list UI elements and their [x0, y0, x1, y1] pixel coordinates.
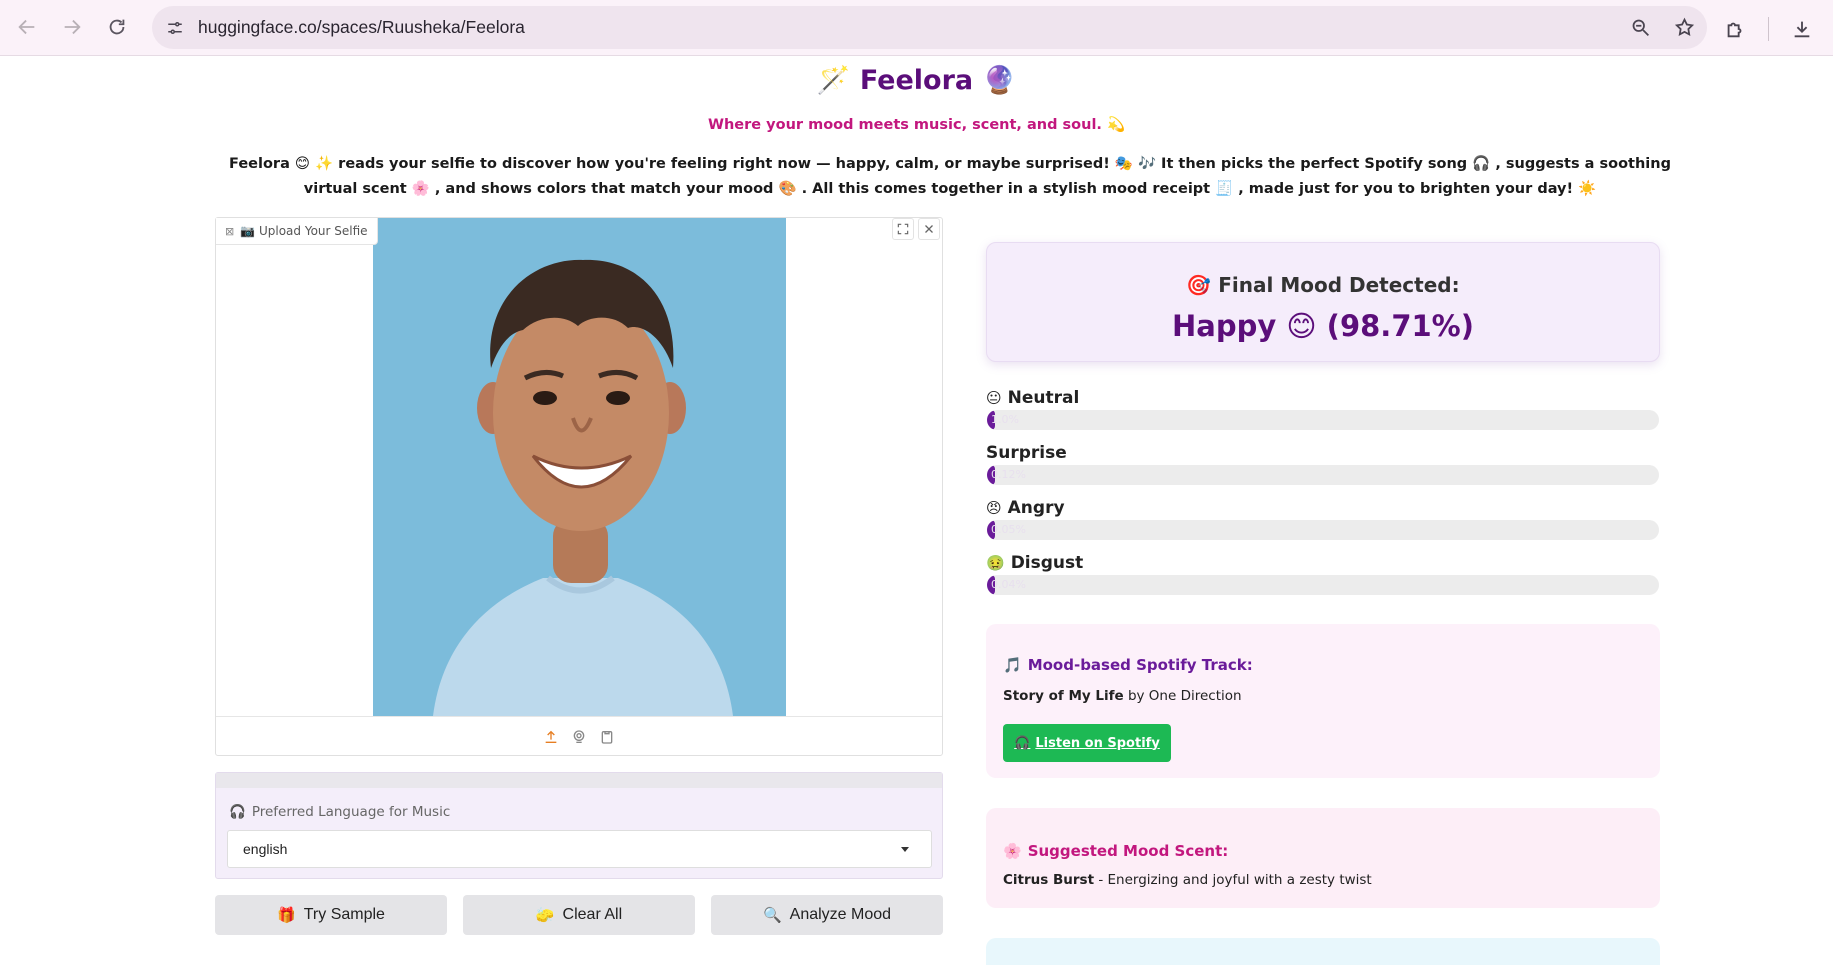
- track-artist: by One Direction: [1127, 688, 1242, 704]
- scent-title: 🌸 Suggested Mood Scent:: [1003, 842, 1228, 860]
- analyze-mood-button[interactable]: 🔍 Analyze Mood: [711, 895, 943, 935]
- scent-description: Citrus Burst - Energizing and joyful wit…: [1003, 872, 1372, 888]
- language-dropdown-value: english: [243, 841, 288, 857]
- emotion-name: Disgust: [1010, 553, 1084, 573]
- emotion-face-icon: 😐: [986, 389, 1002, 407]
- scent-card: 🌸 Suggested Mood Scent: Citrus Burst - E…: [986, 808, 1660, 908]
- clipboard-icon[interactable]: [598, 728, 616, 746]
- extensions-puzzle-icon[interactable]: [1718, 12, 1752, 46]
- chevron-down-icon: [901, 847, 909, 852]
- emotion-label: 🤢 Disgust: [986, 553, 1083, 573]
- listen-on-spotify-label: Listen on Spotify: [1035, 735, 1160, 751]
- emotion-percent: 0.12%: [991, 468, 1026, 481]
- emotion-row-disgust: 🤢 Disgust 0.04%: [986, 553, 1660, 599]
- image-actions: [892, 218, 940, 240]
- headphones-icon: 🎧: [1014, 735, 1031, 751]
- try-sample-label: Try Sample: [303, 906, 385, 923]
- site-info-icon[interactable]: [160, 13, 190, 43]
- emotion-face-icon: 😠: [986, 499, 1002, 517]
- magnifier-icon: 🔍: [762, 907, 782, 924]
- image-icon: ⊠: [225, 224, 235, 238]
- emotion-percent: 0.05%: [991, 523, 1026, 536]
- back-arrow-icon[interactable]: [10, 10, 44, 44]
- scent-detail: - Energizing and joyful with a zesty twi…: [1094, 872, 1372, 888]
- progress-strip: [216, 773, 942, 788]
- flower-icon: 🌸: [1003, 842, 1022, 860]
- clear-all-button[interactable]: 🧽 Clear All: [463, 895, 695, 935]
- listen-on-spotify-button[interactable]: 🎧 Listen on Spotify: [1003, 724, 1171, 762]
- emotion-bar-track: 0.05%: [987, 520, 1659, 540]
- browser-toolbar: huggingface.co/spaces/Ruusheka/Feelora: [0, 0, 1833, 56]
- emotion-name: Angry: [1007, 498, 1065, 518]
- emotion-bar-track: 1.0%: [987, 410, 1659, 430]
- try-sample-button[interactable]: 🎁 Try Sample: [215, 895, 447, 935]
- headphones-icon: 🎧: [229, 804, 246, 820]
- close-icon[interactable]: [918, 218, 940, 240]
- final-mood-heading-text: Final Mood Detected:: [1218, 273, 1460, 297]
- page-description: Feelora 😊 ✨ reads your selfie to discove…: [229, 156, 1671, 197]
- gift-icon: 🎁: [277, 907, 296, 924]
- toolbar-divider: [1768, 17, 1769, 41]
- emotion-label: 😐 Neutral: [986, 388, 1079, 408]
- selfie-photo: [373, 218, 786, 716]
- zoom-icon[interactable]: [1625, 12, 1655, 42]
- spotify-title: 🎵 Mood-based Spotify Track:: [1003, 656, 1253, 674]
- scent-title-text: Suggested Mood Scent:: [1027, 842, 1229, 860]
- spotify-track: Story of My Life by One Direction: [1003, 688, 1242, 704]
- image-input-label: ⊠ 📷 Upload Your Selfie: [216, 218, 378, 245]
- music-note-icon: 🎵: [1003, 656, 1022, 674]
- emotion-bar-track: 0.04%: [987, 575, 1659, 595]
- spotify-card: 🎵 Mood-based Spotify Track: Story of My …: [986, 624, 1660, 778]
- sponge-icon: 🧽: [535, 907, 555, 924]
- clear-all-label: Clear All: [562, 906, 623, 923]
- analyze-mood-label: Analyze Mood: [789, 906, 892, 923]
- target-icon: 🎯: [1186, 273, 1212, 297]
- emotion-face-icon: 🤢: [986, 554, 1005, 572]
- emotion-name: Neutral: [1007, 388, 1080, 408]
- emotion-row-neutral: 😐 Neutral 1.0%: [986, 388, 1660, 434]
- emotion-percent: 1.0%: [991, 413, 1019, 426]
- selfie-image-input[interactable]: ⊠ 📷 Upload Your Selfie: [215, 217, 943, 756]
- upload-icon[interactable]: [542, 728, 560, 746]
- page-title: 🪄 Feelora 🔮: [816, 65, 1017, 96]
- emotion-label: 😠 Angry: [986, 498, 1065, 518]
- image-input-label-text: 📷 Upload Your Selfie: [240, 224, 368, 238]
- reload-icon[interactable]: [100, 10, 134, 44]
- final-mood-heading: 🎯 Final Mood Detected:: [987, 273, 1659, 297]
- download-icon[interactable]: [1785, 12, 1819, 46]
- spotify-title-text: Mood-based Spotify Track:: [1027, 656, 1253, 674]
- address-bar[interactable]: huggingface.co/spaces/Ruusheka/Feelora: [152, 6, 1707, 49]
- emotion-percent: 0.04%: [991, 578, 1026, 591]
- image-source-bar: [216, 716, 942, 756]
- scent-name: Citrus Burst: [1003, 872, 1095, 888]
- language-dropdown[interactable]: english: [227, 830, 932, 868]
- final-mood-value: Happy 😊 (98.71%): [1172, 309, 1474, 343]
- url-text[interactable]: huggingface.co/spaces/Ruusheka/Feelora: [198, 17, 525, 38]
- emotion-name: Surprise: [986, 443, 1067, 463]
- emotion-row-surprise: Surprise 0.12%: [986, 443, 1660, 489]
- forward-arrow-icon[interactable]: [55, 10, 89, 44]
- final-mood-card: 🎯 Final Mood Detected: Happy 😊 (98.71%): [986, 242, 1660, 362]
- emotion-row-angry: 😠 Angry 0.05%: [986, 498, 1660, 544]
- bookmark-star-icon[interactable]: [1669, 12, 1699, 42]
- webcam-icon[interactable]: [570, 728, 588, 746]
- fullscreen-icon[interactable]: [892, 218, 914, 240]
- page-tagline: Where your mood meets music, scent, and …: [707, 117, 1126, 133]
- language-label: 🎧 Preferred Language for Music: [229, 804, 450, 820]
- color-palette-card: [986, 938, 1660, 965]
- emotion-label: Surprise: [986, 443, 1067, 463]
- emotion-bar-track: 0.12%: [987, 465, 1659, 485]
- track-name: Story of My Life: [1003, 688, 1124, 704]
- language-selector-block: 🎧 Preferred Language for Music english: [215, 772, 943, 879]
- language-label-text: Preferred Language for Music: [251, 804, 451, 820]
